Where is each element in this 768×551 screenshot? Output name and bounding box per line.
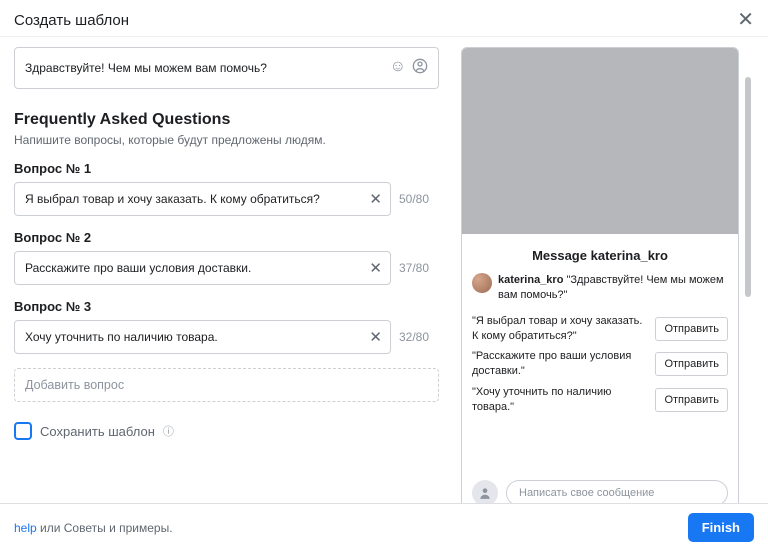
question-row: Я выбрал товар и хочу заказать. К кому о… [14, 182, 439, 216]
help-link[interactable]: help [14, 521, 37, 535]
clear-icon[interactable]: ✕ [369, 328, 382, 346]
chat-username-bold: katerina_kro [498, 274, 563, 286]
right-panel: Message katerina_kro katerina_kro "Здрав… [455, 37, 753, 503]
person-icon[interactable] [412, 58, 428, 79]
chat-area: Message katerina_kro katerina_kro "Здрав… [462, 234, 738, 503]
question-input[interactable]: Я выбрал товар и хочу заказать. К кому о… [14, 182, 391, 216]
chat-input-placeholder: Написать свое сообщение [519, 487, 654, 499]
avatar [472, 273, 492, 293]
clear-icon[interactable]: ✕ [369, 190, 382, 208]
chat-input-row: Написать свое сообщение [472, 472, 728, 503]
chat-greeting-text: katerina_kro "Здравствуйте! Чем мы можем… [498, 273, 728, 303]
chat-username: katerina_kro [591, 248, 668, 263]
clear-icon[interactable]: ✕ [369, 259, 382, 277]
char-count: 32/80 [399, 330, 439, 344]
greeting-text: Здравствуйте! Чем мы можем вам помочь? [25, 61, 390, 75]
chat-title: Message katerina_kro [472, 248, 728, 263]
info-icon[interactable]: ⓘ [163, 423, 174, 439]
question-input[interactable]: Расскажите про ваши условия доставки. ✕ [14, 251, 391, 285]
char-count: 50/80 [399, 192, 439, 206]
close-icon[interactable]: ✕ [737, 10, 754, 30]
send-button[interactable]: Отправить [655, 317, 728, 341]
faq-heading: Frequently Asked Questions [14, 111, 439, 129]
modal-body: Здравствуйте! Чем мы можем вам помочь? ☺… [0, 37, 768, 503]
chat-question: "Я выбрал товар и хочу заказать. К кому … [472, 314, 649, 344]
question-text: Я выбрал товар и хочу заказать. К кому о… [25, 192, 369, 206]
phone-preview: Message katerina_kro katerina_kro "Здрав… [461, 47, 739, 503]
question-label: Вопрос № 1 [14, 161, 439, 176]
modal-title: Создать шаблон [14, 12, 129, 29]
faq-subtitle: Напишите вопросы, которые будут предложе… [14, 133, 439, 147]
send-button[interactable]: Отправить [655, 388, 728, 412]
greeting-icons: ☺ [390, 58, 428, 79]
chat-greeting-row: katerina_kro "Здравствуйте! Чем мы можем… [472, 273, 728, 303]
greeting-input[interactable]: Здравствуйте! Чем мы можем вам помочь? ☺ [14, 47, 439, 89]
chat-question: "Хочу уточнить по наличию товара." [472, 385, 649, 415]
scrollbar[interactable] [745, 77, 751, 297]
question-row: Расскажите про ваши условия доставки. ✕ … [14, 251, 439, 285]
chat-question-row: "Я выбрал товар и хочу заказать. К кому … [472, 314, 728, 344]
send-button[interactable]: Отправить [655, 352, 728, 376]
chat-question: "Расскажите про ваши условия доставки." [472, 349, 649, 379]
question-row: Хочу уточнить по наличию товара. ✕ 32/80 [14, 320, 439, 354]
question-label: Вопрос № 3 [14, 299, 439, 314]
preview-cover [462, 48, 738, 234]
question-input[interactable]: Хочу уточнить по наличию товара. ✕ [14, 320, 391, 354]
save-template-row: Сохранить шаблон ⓘ [14, 422, 439, 440]
question-text: Расскажите про ваши условия доставки. [25, 261, 369, 275]
add-question-button[interactable]: Добавить вопрос [14, 368, 439, 402]
finish-button[interactable]: Finish [688, 513, 754, 542]
question-text: Хочу уточнить по наличию товара. [25, 330, 369, 344]
footer-help: help или Советы и примеры. [14, 521, 173, 535]
chat-input[interactable]: Написать свое сообщение [506, 480, 728, 503]
save-checkbox[interactable] [14, 422, 32, 440]
create-template-modal: Создать шаблон ✕ Здравствуйте! Чем мы мо… [0, 0, 768, 551]
save-label: Сохранить шаблон [40, 424, 155, 439]
chat-question-row: "Хочу уточнить по наличию товара." Отпра… [472, 385, 728, 415]
chat-question-row: "Расскажите про ваши условия доставки." … [472, 349, 728, 379]
char-count: 37/80 [399, 261, 439, 275]
footer-rest: или Советы и примеры. [37, 521, 173, 535]
add-question-label: Добавить вопрос [25, 378, 124, 392]
modal-footer: help или Советы и примеры. Finish [0, 503, 768, 551]
msg-prefix: Message [532, 248, 587, 263]
user-icon [472, 480, 498, 503]
emoji-icon[interactable]: ☺ [390, 58, 406, 79]
left-panel: Здравствуйте! Чем мы можем вам помочь? ☺… [0, 37, 455, 503]
modal-header: Создать шаблон ✕ [0, 0, 768, 37]
question-label: Вопрос № 2 [14, 230, 439, 245]
